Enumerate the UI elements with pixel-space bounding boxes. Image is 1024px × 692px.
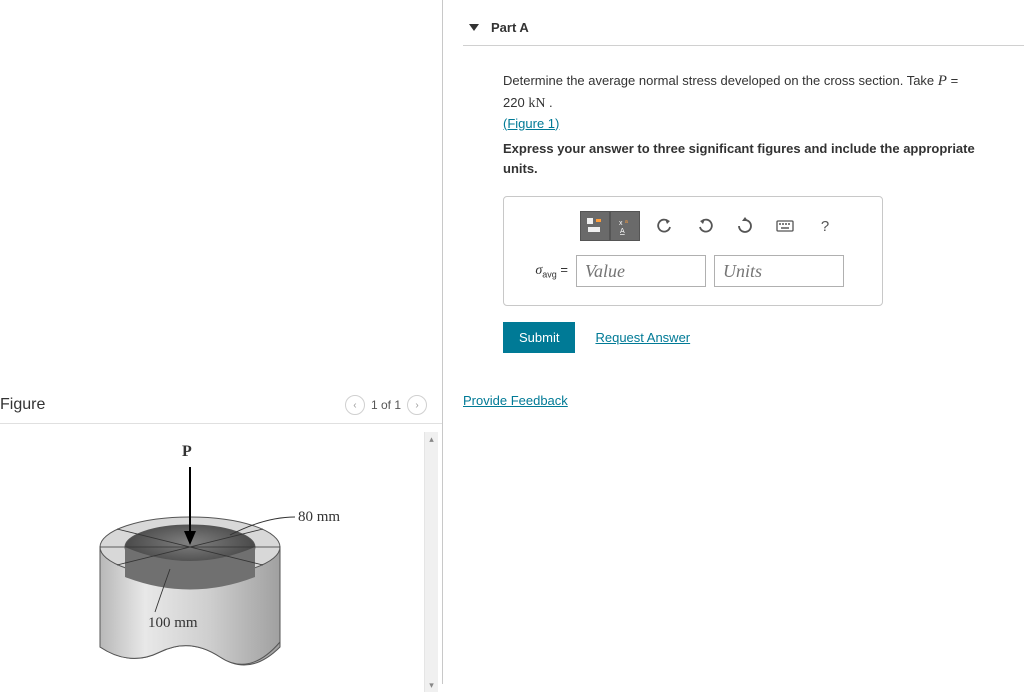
figure-scrollbar[interactable]: ▴ ▾ xyxy=(424,432,438,692)
collapse-icon[interactable] xyxy=(469,24,479,31)
templates-icon[interactable] xyxy=(580,211,610,241)
answer-toolbar: xaA ? xyxy=(518,211,868,241)
value-input[interactable] xyxy=(576,255,706,287)
reset-icon[interactable] xyxy=(730,211,760,241)
figure-viewport: P 80 mm 100 mm ▴ ▾ xyxy=(0,432,442,692)
part-header[interactable]: Part A xyxy=(463,20,1024,46)
submit-button[interactable]: Submit xyxy=(503,322,575,353)
scroll-down-icon[interactable]: ▾ xyxy=(425,678,438,692)
svg-text:A: A xyxy=(620,228,625,235)
svg-text:a: a xyxy=(625,219,628,225)
figure-title: Figure xyxy=(0,396,45,414)
svg-text:x: x xyxy=(619,220,623,227)
redo-icon[interactable] xyxy=(690,211,720,241)
keyboard-icon[interactable] xyxy=(770,211,800,241)
answer-panel: xaA ? xyxy=(503,196,883,306)
pager-count: 1 of 1 xyxy=(371,398,401,412)
symbols-icon[interactable]: xaA xyxy=(610,211,640,241)
figure-dim-inner: 80 mm xyxy=(298,509,340,526)
provide-feedback-link[interactable]: Provide Feedback xyxy=(463,393,568,408)
figure-link[interactable]: (Figure 1) xyxy=(503,116,559,131)
help-button[interactable]: ? xyxy=(810,211,840,241)
figure-dim-outer: 100 mm xyxy=(148,615,198,632)
figure-pager: ‹ 1 of 1 › xyxy=(345,395,427,415)
pager-next-button[interactable]: › xyxy=(407,395,427,415)
part-title: Part A xyxy=(491,20,529,35)
scroll-up-icon[interactable]: ▴ xyxy=(425,432,438,446)
request-answer-link[interactable]: Request Answer xyxy=(595,330,690,345)
pager-prev-button[interactable]: ‹ xyxy=(345,395,365,415)
figure-label-p: P xyxy=(182,443,192,461)
units-input[interactable] xyxy=(714,255,844,287)
undo-icon[interactable] xyxy=(650,211,680,241)
answer-lhs: σavg = xyxy=(518,262,568,280)
answer-instruction: Express your answer to three significant… xyxy=(503,139,983,178)
figure-illustration: P 80 mm 100 mm xyxy=(60,447,360,690)
question-text: Determine the average normal stress deve… xyxy=(503,70,983,133)
